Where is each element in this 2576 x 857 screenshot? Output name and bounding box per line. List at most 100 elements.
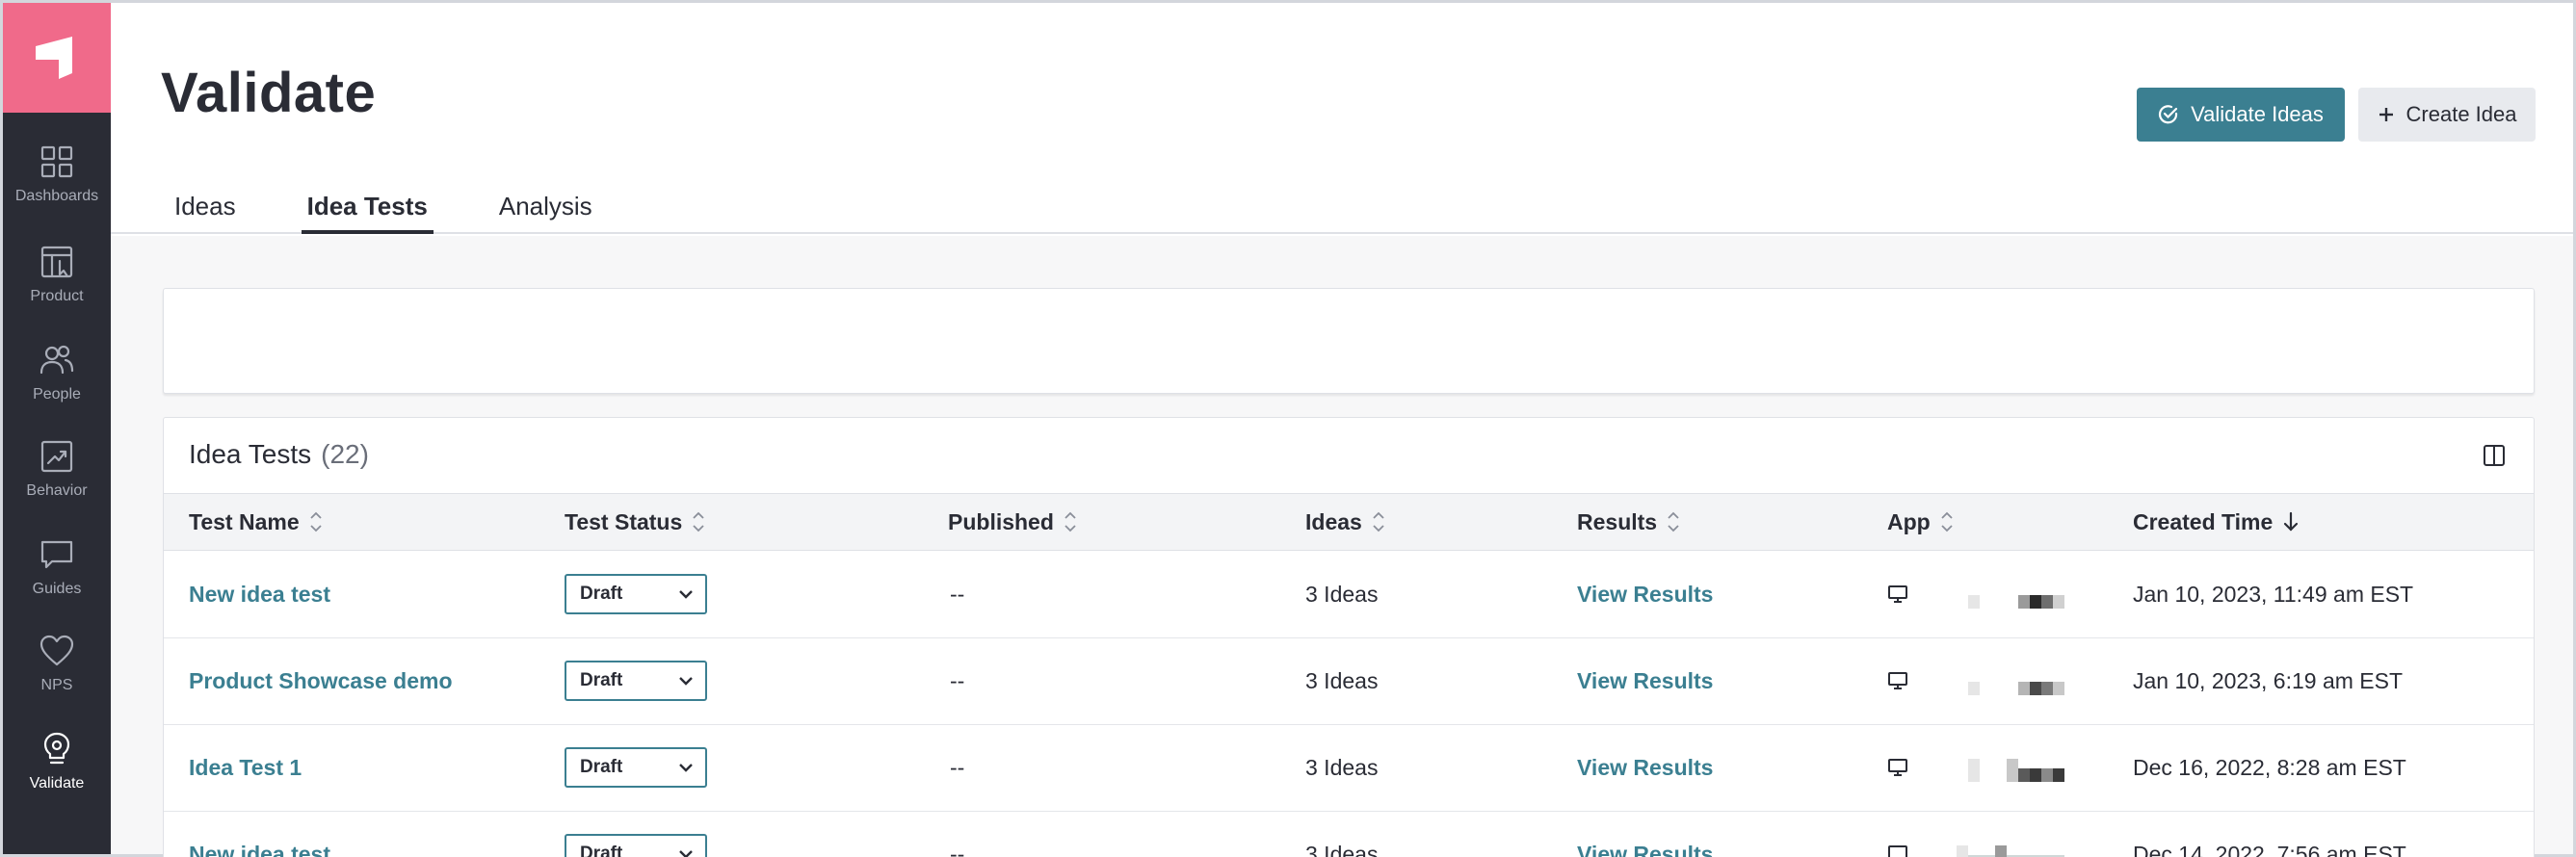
test-name-link[interactable]: Product Showcase demo bbox=[189, 638, 453, 723]
monitor-icon bbox=[1888, 845, 1907, 857]
table-row: Product Showcase demo Draft -- 3 Ideas V… bbox=[164, 638, 2534, 725]
sidebar-item-label: NPS bbox=[40, 677, 73, 693]
sidebar-item-nps[interactable]: NPS bbox=[3, 633, 111, 694]
monitor-icon bbox=[1888, 759, 1907, 776]
app-logo[interactable] bbox=[3, 3, 111, 113]
tab-ideas[interactable]: Ideas bbox=[169, 192, 242, 234]
app-cell bbox=[1887, 638, 2064, 723]
plus-icon bbox=[2379, 108, 2393, 121]
sidebar-item-label: Product bbox=[30, 288, 84, 304]
chevron-down-icon bbox=[679, 850, 693, 857]
chevron-down-icon bbox=[679, 677, 693, 686]
col-header-label: Test Name bbox=[189, 508, 300, 534]
table-title-text: Idea Tests bbox=[189, 439, 312, 469]
status-select[interactable]: Draft bbox=[565, 574, 707, 614]
view-results-link[interactable]: View Results bbox=[1577, 638, 1713, 723]
main-area: Validate Validate Ideas Create Idea Idea… bbox=[111, 3, 2573, 857]
create-idea-label: Create Idea bbox=[2405, 102, 2517, 126]
product-icon bbox=[40, 246, 73, 278]
status-cell: Draft bbox=[565, 552, 707, 636]
table-title: Idea Tests (22) bbox=[189, 439, 369, 470]
ideas-cell: 3 Ideas bbox=[1305, 754, 1379, 780]
published-cell: -- bbox=[950, 754, 965, 780]
created-time-cell: Dec 16, 2022, 8:28 am EST bbox=[2133, 754, 2406, 780]
sidebar-item-label: Behavior bbox=[26, 482, 88, 499]
monitor-icon bbox=[1888, 672, 1907, 689]
monitor-icon bbox=[1888, 585, 1907, 603]
table-row: New idea test Draft -- 3 Ideas View Resu… bbox=[164, 552, 2534, 638]
logo-icon bbox=[36, 37, 72, 79]
view-results-link[interactable]: View Results bbox=[1577, 725, 1713, 810]
col-header-test-status[interactable]: Test Status bbox=[565, 494, 705, 550]
app-cell bbox=[1887, 552, 2064, 636]
status-value: Draft bbox=[580, 670, 623, 690]
sidebar-item-label: Guides bbox=[32, 581, 82, 597]
published-cell: -- bbox=[950, 667, 965, 693]
ideas-cell: 3 Ideas bbox=[1305, 581, 1379, 607]
app-name-redacted bbox=[1928, 840, 2064, 857]
tab-bar: Ideas Idea Tests Analysis bbox=[169, 192, 658, 234]
sort-icon bbox=[693, 511, 704, 532]
col-header-label: Ideas bbox=[1305, 508, 1362, 534]
created-time-cell: Dec 14, 2022, 7:56 am EST bbox=[2133, 841, 2406, 857]
sidebar-item-dashboards[interactable]: Dashboards bbox=[3, 143, 111, 205]
tab-idea-tests[interactable]: Idea Tests bbox=[301, 192, 434, 234]
table-row: New idea test Draft -- 3 Ideas View Resu… bbox=[164, 812, 2534, 857]
status-select[interactable]: Draft bbox=[565, 747, 707, 788]
col-header-test-name[interactable]: Test Name bbox=[189, 494, 323, 550]
people-icon bbox=[39, 345, 74, 375]
sidebar-item-validate[interactable]: Validate bbox=[3, 731, 111, 792]
table-row: Idea Test 1 Draft -- 3 Ideas View Result… bbox=[164, 725, 2534, 812]
page-title: Validate bbox=[161, 62, 377, 124]
app-cell bbox=[1887, 812, 2064, 857]
sidebar: Dashboards Product People Behavior Guide… bbox=[3, 3, 111, 854]
ideas-cell: 3 Ideas bbox=[1305, 841, 1379, 857]
status-value: Draft bbox=[580, 757, 623, 777]
check-circle-icon bbox=[2159, 105, 2178, 124]
test-name-link[interactable]: New idea test bbox=[189, 812, 330, 857]
sidebar-item-label: Validate bbox=[29, 775, 85, 792]
app-name-redacted bbox=[1928, 580, 2064, 609]
create-idea-button[interactable]: Create Idea bbox=[2358, 88, 2536, 142]
status-select[interactable]: Draft bbox=[565, 834, 707, 857]
content-area: Idea Tests (22) Test Name Test Status Pub… bbox=[111, 236, 2573, 857]
sidebar-item-guides[interactable]: Guides bbox=[3, 536, 111, 598]
chat-icon bbox=[40, 540, 73, 569]
sort-icon bbox=[1941, 511, 1953, 532]
col-header-label: Created Time bbox=[2133, 508, 2274, 534]
status-select[interactable]: Draft bbox=[565, 661, 707, 701]
idea-tests-table: Idea Tests (22) Test Name Test Status Pub… bbox=[163, 417, 2535, 857]
test-name-link[interactable]: New idea test bbox=[189, 552, 330, 636]
view-results-link[interactable]: View Results bbox=[1577, 552, 1713, 636]
sidebar-item-product[interactable]: Product bbox=[3, 244, 111, 305]
ideas-cell: 3 Ideas bbox=[1305, 667, 1379, 693]
published-cell: -- bbox=[950, 841, 965, 857]
status-value: Draft bbox=[580, 844, 623, 857]
column-toggle-icon[interactable] bbox=[2482, 443, 2507, 468]
col-header-created-time[interactable]: Created Time bbox=[2133, 494, 2300, 550]
status-cell: Draft bbox=[565, 812, 707, 857]
col-header-label: Results bbox=[1577, 508, 1658, 534]
col-header-results[interactable]: Results bbox=[1577, 494, 1680, 550]
chevron-down-icon bbox=[679, 764, 693, 772]
col-header-ideas[interactable]: Ideas bbox=[1305, 494, 1385, 550]
sort-descending-icon bbox=[2284, 511, 2299, 532]
created-time-cell: Jan 10, 2023, 6:19 am EST bbox=[2133, 667, 2404, 693]
heart-icon bbox=[39, 635, 74, 666]
validate-ideas-button[interactable]: Validate Ideas bbox=[2137, 88, 2345, 142]
chart-trend-icon bbox=[40, 440, 73, 473]
sidebar-item-label: Dashboards bbox=[14, 188, 99, 204]
sort-icon bbox=[309, 511, 322, 532]
col-header-label: Published bbox=[948, 508, 1054, 534]
status-cell: Draft bbox=[565, 638, 707, 723]
col-header-published[interactable]: Published bbox=[948, 494, 1077, 550]
col-header-app[interactable]: App bbox=[1887, 494, 1954, 550]
sort-icon bbox=[1373, 511, 1384, 532]
test-name-link[interactable]: Idea Test 1 bbox=[189, 725, 302, 810]
tab-analysis[interactable]: Analysis bbox=[493, 192, 598, 234]
sidebar-item-label: People bbox=[33, 386, 81, 403]
sidebar-item-people[interactable]: People bbox=[3, 342, 111, 403]
sidebar-item-behavior[interactable]: Behavior bbox=[3, 438, 111, 500]
app-name-redacted bbox=[1928, 753, 2064, 782]
view-results-link[interactable]: View Results bbox=[1577, 812, 1713, 857]
